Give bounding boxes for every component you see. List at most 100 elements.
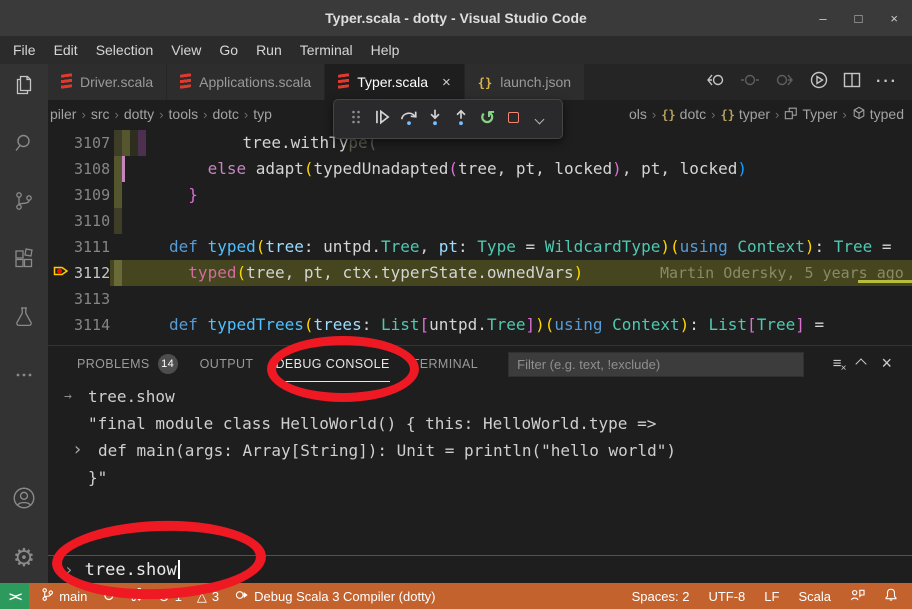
console-text: }": [88, 464, 107, 491]
breadcrumb-item-typed[interactable]: typed: [852, 106, 904, 123]
breadcrumb-item-typer[interactable]: Typer: [784, 106, 837, 123]
line-number: 3109: [74, 182, 110, 208]
tab-applications-scala[interactable]: Applications.scala: [167, 64, 325, 100]
close-icon[interactable]: ×: [442, 74, 451, 91]
breadcrumb-item-piler[interactable]: piler: [50, 106, 76, 122]
account-icon: [11, 485, 37, 516]
status-lf[interactable]: LF: [764, 589, 779, 604]
run-circle-icon[interactable]: [810, 71, 828, 94]
breadcrumb-item-ols[interactable]: ols: [629, 106, 647, 122]
breakpoint-gutter[interactable]: [48, 182, 74, 208]
minimize-button[interactable]: –: [819, 11, 826, 26]
code-token: typedUnadapted: [314, 159, 449, 178]
step-out-button[interactable]: [449, 105, 473, 133]
code-text: else adapt(typedUnadapted(tree, pt, lock…: [140, 156, 747, 182]
panel-tab-problems[interactable]: PROBLEMS14: [77, 346, 178, 382]
continue-button[interactable]: [370, 105, 394, 133]
status-main[interactable]: main: [41, 587, 87, 605]
class-icon: [784, 106, 798, 123]
status-3[interactable]: △3: [197, 589, 219, 604]
debug-console-input-row[interactable]: › tree.show: [48, 555, 912, 583]
status-debug-scala-3-compiler-dotty[interactable]: Debug Scala 3 Compiler (dotty): [234, 588, 435, 605]
gutter-block: [122, 130, 130, 156]
breadcrumb-separator: ›: [159, 107, 163, 122]
clear-console-button[interactable]: ≡×: [833, 355, 842, 373]
code-token: Context: [612, 315, 679, 334]
breadcrumb-item-dotc[interactable]: {}dotc: [661, 106, 706, 122]
status-compare[interactable]: [130, 587, 143, 605]
activitybar-search[interactable]: [10, 132, 38, 158]
status-sync[interactable]: ↻: [102, 589, 115, 604]
activitybar-explorer[interactable]: [10, 74, 38, 100]
source-control-icon: [12, 189, 36, 218]
breadcrumb-item-src[interactable]: src: [91, 106, 110, 122]
breadcrumb-item-tools[interactable]: tools: [169, 106, 199, 122]
activitybar-account[interactable]: [10, 487, 38, 513]
menu-view[interactable]: View: [162, 40, 210, 60]
tab-driver-scala[interactable]: Driver.scala: [48, 64, 167, 100]
dropdown-button[interactable]: [528, 105, 552, 133]
restart-button[interactable]: ↺: [475, 105, 499, 133]
nav-current-icon[interactable]: [740, 72, 760, 93]
menu-help[interactable]: Help: [362, 40, 409, 60]
menu-terminal[interactable]: Terminal: [291, 40, 362, 60]
activitybar-source-control[interactable]: [10, 190, 38, 216]
status-scala[interactable]: Scala: [798, 589, 831, 604]
menu-edit[interactable]: Edit: [45, 40, 87, 60]
panel-tab-debug-console[interactable]: DEBUG CONSOLE: [275, 346, 389, 382]
breakpoint-gutter[interactable]: [48, 156, 74, 182]
breakpoint-gutter[interactable]: [48, 208, 74, 234]
breadcrumb-item-typ[interactable]: typ: [253, 106, 272, 122]
line-number: 3111: [74, 234, 110, 260]
split-editor-icon[interactable]: [843, 72, 861, 93]
breadcrumb-label: ols: [629, 106, 647, 122]
menu-run[interactable]: Run: [247, 40, 291, 60]
extensions-icon: [12, 247, 36, 276]
remote-indicator[interactable]: ><: [0, 583, 29, 609]
tab-launch-json[interactable]: {}launch.json: [465, 64, 585, 100]
breakpoint-gutter[interactable]: [48, 130, 74, 156]
menu-go[interactable]: Go: [210, 40, 247, 60]
nav-forward-icon[interactable]: [775, 72, 795, 93]
menu-file[interactable]: File: [4, 40, 45, 60]
step-into-button[interactable]: [423, 105, 447, 133]
gutter-annotations: [110, 182, 140, 208]
activitybar-extensions[interactable]: [10, 248, 38, 274]
breadcrumb-item-dotc[interactable]: dotc: [212, 106, 238, 122]
breakpoint-gutter[interactable]: [48, 234, 74, 260]
status-1[interactable]: ⊗1: [158, 589, 182, 604]
breakpoint-gutter[interactable]: [48, 260, 74, 286]
panel-tab-terminal[interactable]: TERMINAL: [412, 346, 478, 382]
maximize-button[interactable]: □: [855, 11, 863, 26]
code-token: }: [188, 185, 198, 204]
more-actions-icon[interactable]: ···: [876, 73, 898, 91]
code-token: =: [872, 237, 891, 256]
close-panel-button[interactable]: ×: [881, 354, 892, 374]
console-chevron-icon[interactable]: ›: [72, 436, 83, 463]
panel-tab-output[interactable]: OUTPUT: [200, 346, 254, 382]
status-spaces-2[interactable]: Spaces: 2: [632, 589, 690, 604]
status-utf-8[interactable]: UTF-8: [708, 589, 745, 604]
code-token: Tree: [381, 237, 420, 256]
braces-icon: {}: [478, 74, 492, 90]
breakpoint-gutter[interactable]: [48, 312, 74, 338]
step-over-button[interactable]: [397, 105, 421, 133]
breadcrumb-item-dotty[interactable]: dotty: [124, 106, 154, 122]
status-bell[interactable]: [884, 587, 898, 605]
stop-button[interactable]: [502, 105, 526, 133]
menu-selection[interactable]: Selection: [87, 40, 163, 60]
console-input-value[interactable]: tree.show: [85, 560, 177, 580]
status-feedback[interactable]: [850, 588, 865, 605]
breakpoint-gutter[interactable]: [48, 286, 74, 312]
console-filter-input[interactable]: [508, 352, 804, 377]
activitybar-more[interactable]: [10, 364, 38, 390]
maximize-panel-button[interactable]: [857, 355, 865, 373]
breadcrumb-item-typer[interactable]: {}typer: [720, 106, 770, 122]
activitybar-settings[interactable]: ⚙: [10, 545, 38, 571]
close-button[interactable]: ×: [890, 11, 898, 26]
activitybar-testing[interactable]: [10, 306, 38, 332]
code-editor[interactable]: 3107 tree.withType(3108 else adapt(typed…: [48, 128, 912, 345]
nav-back-icon[interactable]: [705, 72, 725, 93]
tab-typer-scala[interactable]: Typer.scala×: [325, 64, 465, 100]
error-icon: ⊗: [158, 589, 170, 604]
